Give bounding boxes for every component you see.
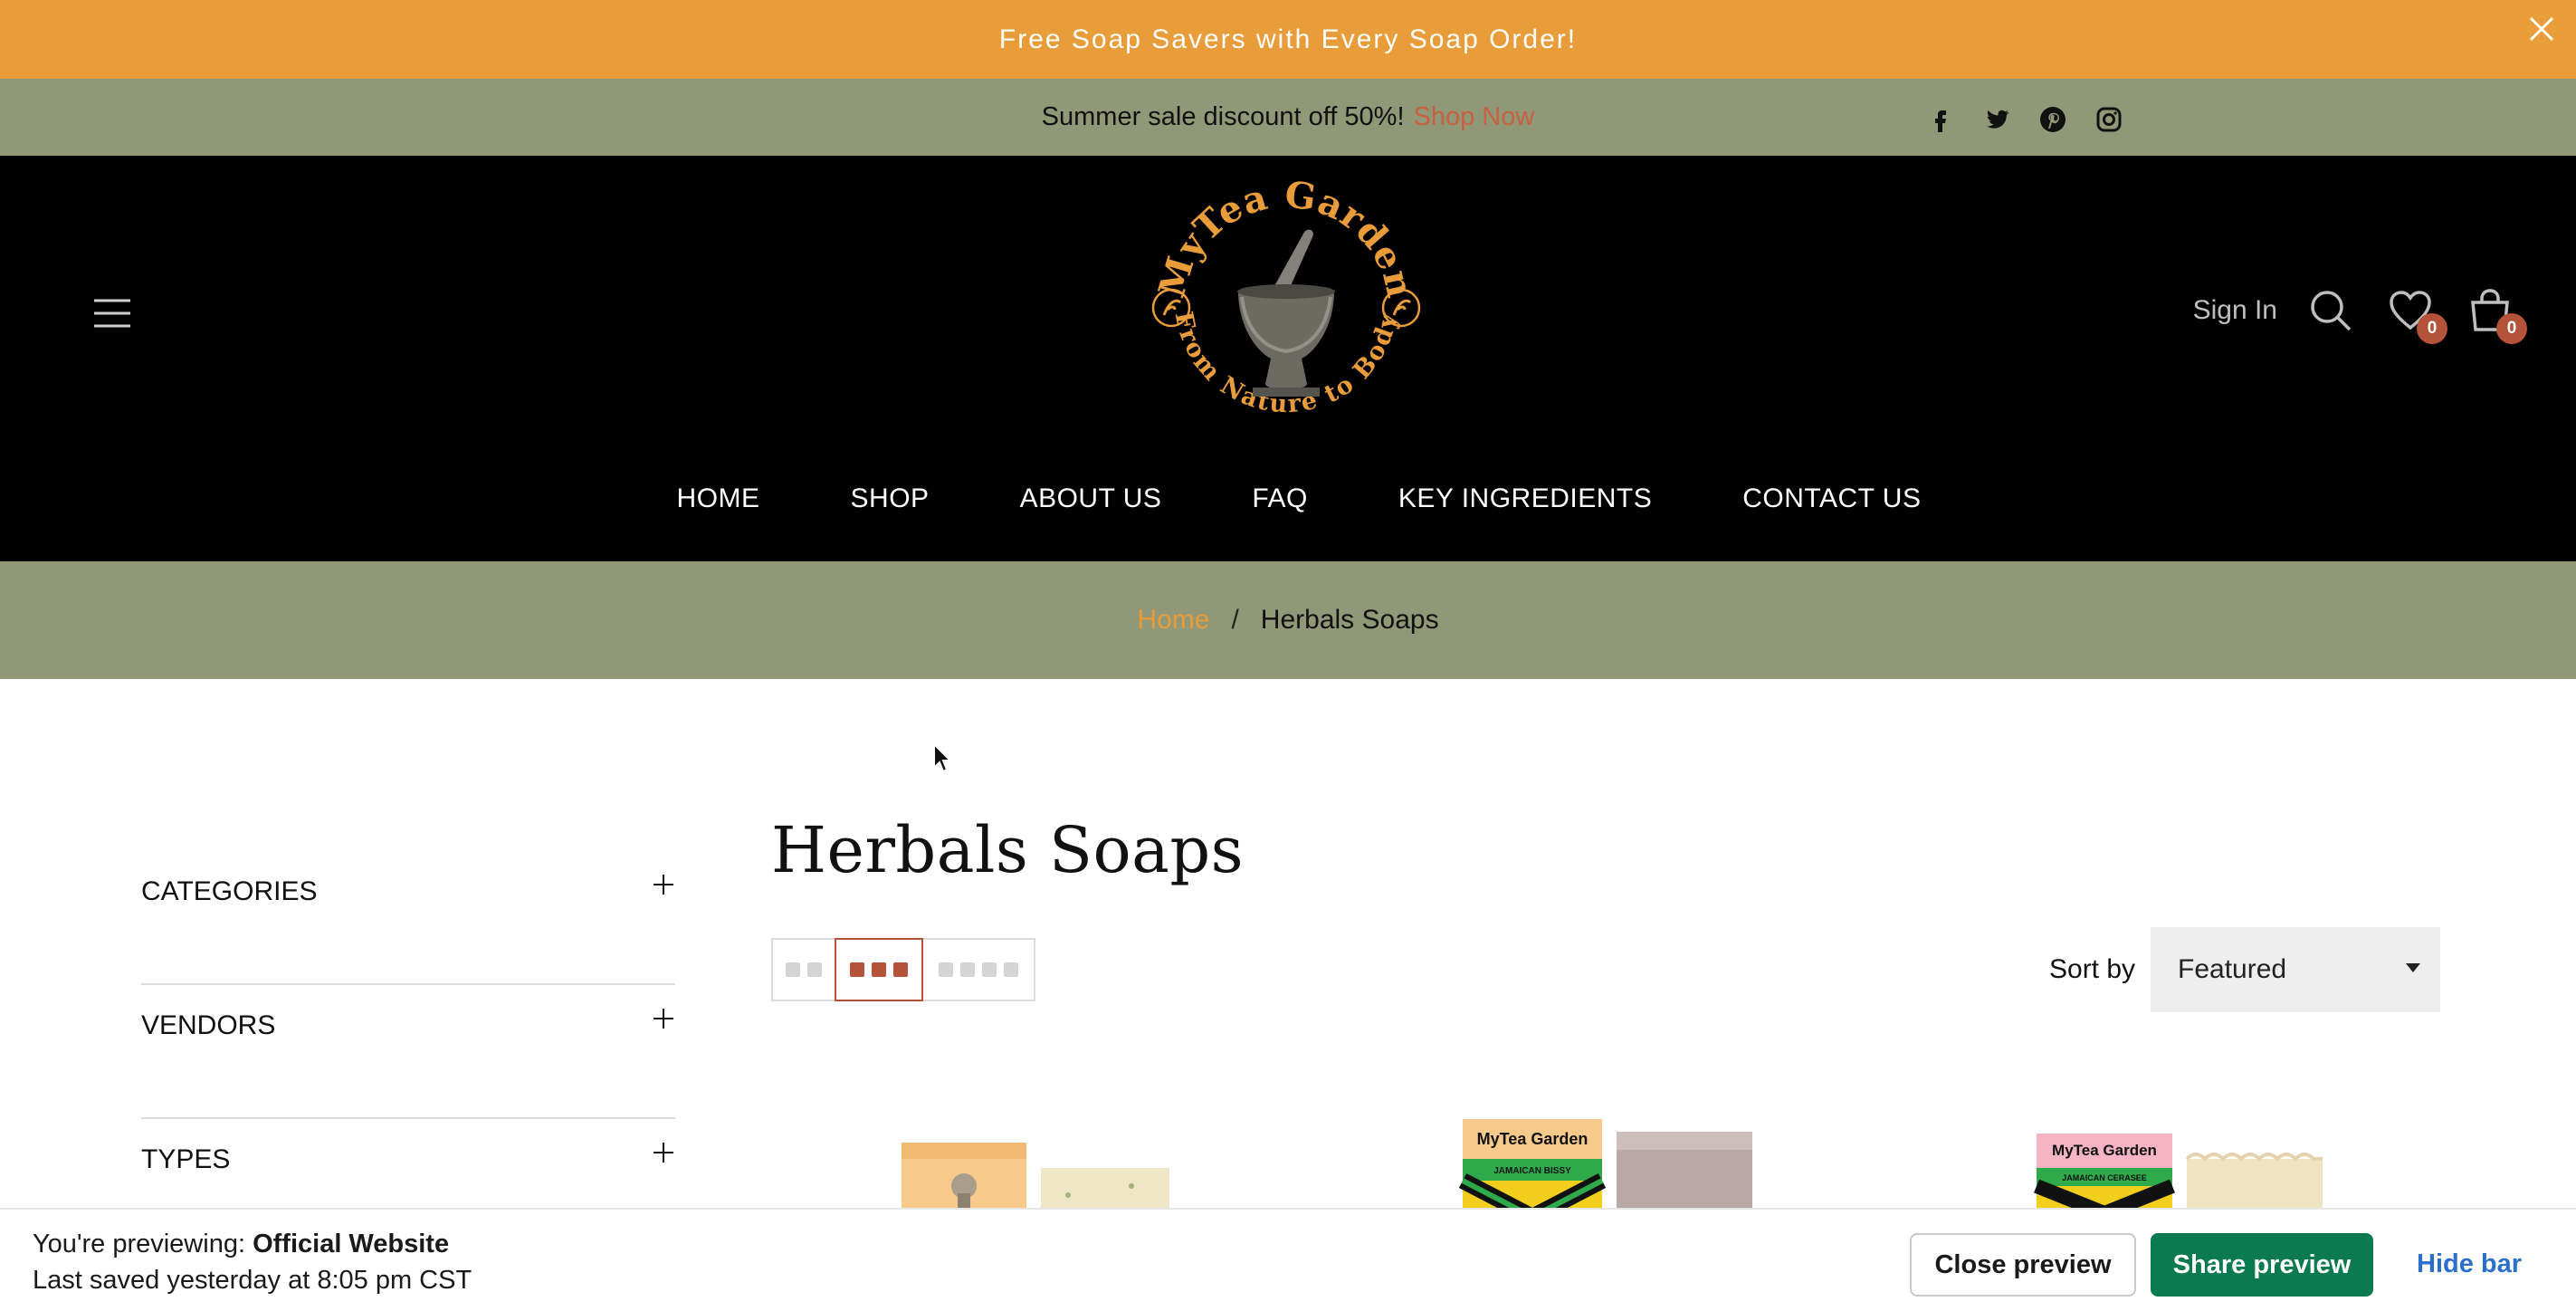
nav-item-key-ingredients[interactable]: KEY INGREDIENTS — [1398, 483, 1652, 523]
preview-site-name: Official Website — [253, 1230, 450, 1258]
mouse-cursor-icon — [933, 742, 953, 773]
twitter-icon[interactable] — [1982, 105, 2011, 134]
promo-text: Summer sale discount off 50%! — [1041, 102, 1405, 131]
product-brand: MyTea Garden — [1477, 1130, 1589, 1148]
grid-dot-icon — [807, 962, 822, 977]
shop-now-link[interactable]: Shop Now — [1414, 102, 1535, 132]
instagram-icon[interactable] — [2094, 105, 2123, 134]
preview-status: You're previewing: Official Website — [33, 1230, 449, 1259]
share-preview-button[interactable]: Share preview — [2151, 1233, 2373, 1297]
page-title: Herbals Soaps — [771, 813, 1245, 887]
site-header: MyTea Garden From Nature to Body Sign In… — [0, 156, 2576, 561]
filter-label: CATEGORIES — [141, 876, 318, 906]
cart-count-badge: 0 — [2496, 313, 2527, 344]
nav-item-shop[interactable]: SHOP — [851, 483, 930, 523]
search-icon[interactable] — [2308, 288, 2353, 333]
grid-dot-icon — [893, 962, 908, 977]
product-label: JAMAICAN CERASEE — [2062, 1173, 2147, 1182]
grid-dot-icon — [939, 962, 953, 977]
caret-down-icon — [2406, 963, 2420, 972]
preview-prefix: You're previewing: — [33, 1230, 246, 1258]
announcement-text: Free Soap Savers with Every Soap Order! — [998, 24, 1578, 54]
facebook-icon[interactable] — [1926, 105, 1955, 134]
plus-icon[interactable] — [652, 1007, 675, 1030]
close-preview-button[interactable]: Close preview — [1910, 1233, 2136, 1297]
filter-vendors[interactable]: VENDORS — [141, 985, 675, 1119]
hide-bar-link[interactable]: Hide bar — [2417, 1249, 2522, 1279]
breadcrumb-current: Herbals Soaps — [1260, 605, 1439, 635]
wishlist-button[interactable]: 0 — [2388, 288, 2447, 344]
main-nav: HOME SHOP ABOUT US FAQ KEY INGREDIENTS C… — [0, 483, 2576, 523]
grid-dot-icon — [850, 962, 864, 977]
menu-icon[interactable] — [92, 297, 132, 330]
sign-in-link[interactable]: Sign In — [2193, 295, 2277, 326]
grid-4-column-button[interactable] — [923, 940, 1034, 1000]
nav-item-about-us[interactable]: ABOUT US — [1020, 483, 1162, 523]
header-actions: Sign In 0 0 — [2193, 288, 2527, 344]
promo-bar: Summer sale discount off 50%! Shop Now — [0, 79, 2576, 156]
grid-dot-icon — [960, 962, 975, 977]
grid-dot-icon — [1004, 962, 1018, 977]
grid-2-column-button[interactable] — [773, 940, 835, 1000]
brand-logo[interactable]: MyTea Garden From Nature to Body — [1148, 174, 1425, 445]
preview-last-saved: Last saved yesterday at 8:05 pm CST — [33, 1266, 472, 1295]
sort-selected-value: Featured — [2178, 954, 2287, 984]
grid-dot-icon — [872, 962, 886, 977]
grid-dot-icon — [982, 962, 997, 977]
close-icon[interactable] — [2525, 13, 2558, 45]
nav-item-contact-us[interactable]: CONTACT US — [1742, 483, 1921, 523]
product-label: JAMAICAN BISSY — [1493, 1166, 1571, 1176]
nav-item-faq[interactable]: FAQ — [1252, 483, 1308, 523]
nav-item-home[interactable]: HOME — [677, 483, 760, 523]
filter-categories[interactable]: CATEGORIES — [141, 851, 675, 985]
plus-icon[interactable] — [652, 873, 675, 896]
cart-button[interactable]: 0 — [2467, 288, 2527, 344]
announcement-bar: Free Soap Savers with Every Soap Order! — [0, 0, 2576, 79]
grid-dot-icon — [786, 962, 800, 977]
grid-layout-toggle — [771, 938, 1035, 1001]
breadcrumb-home-link[interactable]: Home — [1137, 605, 1209, 636]
breadcrumb: Home / Herbals Soaps — [0, 561, 2576, 679]
breadcrumb-separator: / — [1231, 605, 1239, 635]
grid-3-column-button[interactable] — [835, 938, 923, 1001]
pinterest-icon[interactable] — [2038, 105, 2067, 134]
sort-select[interactable]: Featured — [2151, 927, 2440, 1012]
social-links — [1926, 105, 2123, 134]
product-brand: MyTea Garden — [2052, 1142, 2157, 1159]
wishlist-count-badge: 0 — [2417, 313, 2447, 344]
sort-by-label: Sort by — [2049, 954, 2136, 984]
filter-label: VENDORS — [141, 1010, 276, 1040]
